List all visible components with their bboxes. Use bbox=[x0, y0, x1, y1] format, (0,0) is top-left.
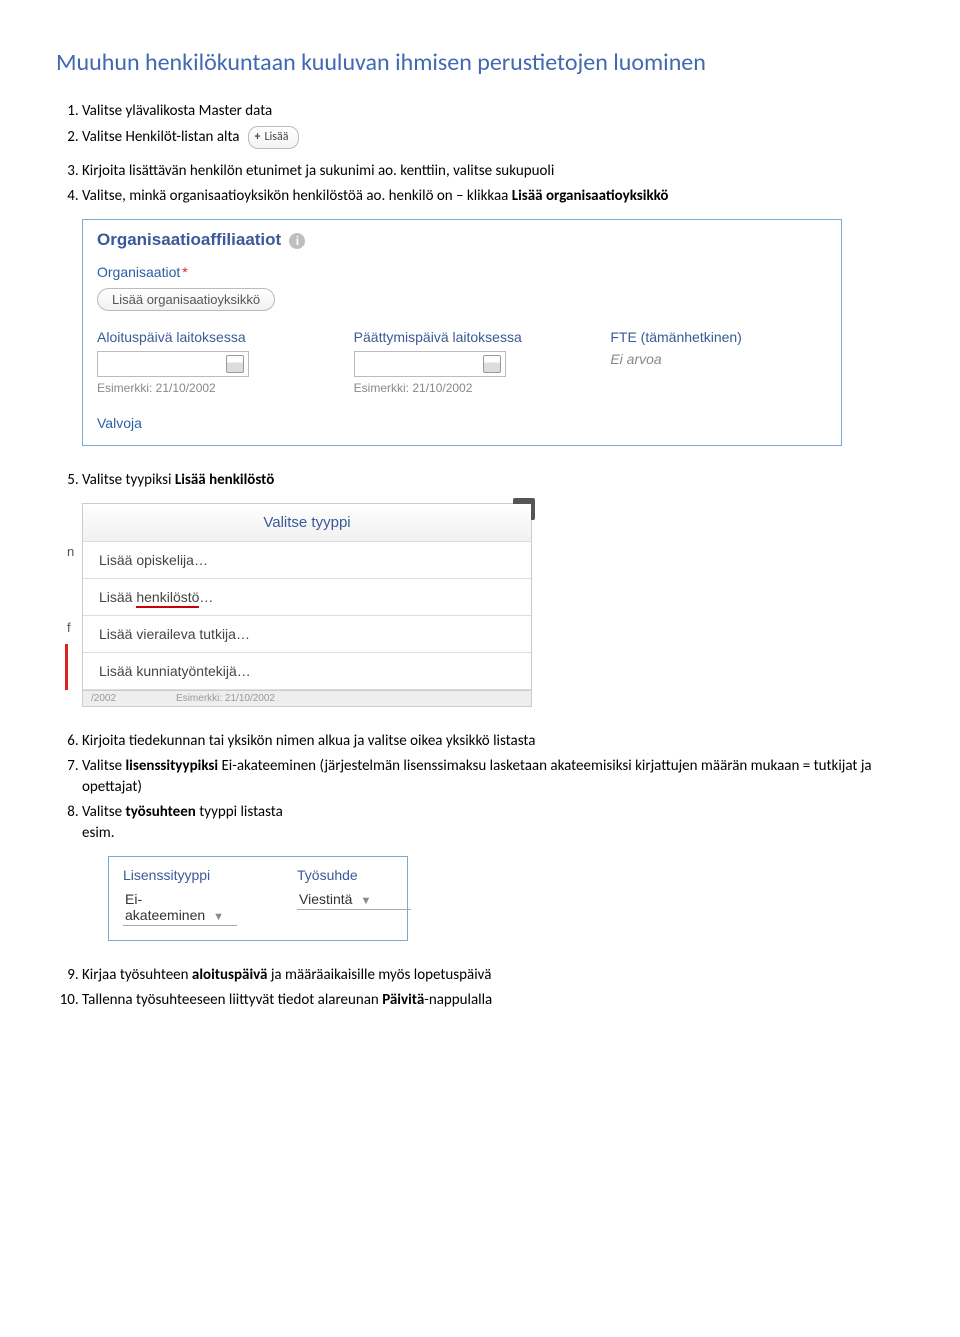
step-item: Valitse tyypiksi Lisää henkilöstö bbox=[82, 470, 904, 491]
add-org-unit-button[interactable]: Lisää organisaatioyksikkö bbox=[97, 288, 275, 311]
step-item: Tallenna työsuhteeseen liittyvät tiedot … bbox=[82, 990, 904, 1011]
calendar-icon[interactable] bbox=[483, 355, 501, 373]
end-date-label: Päättymispäivä laitoksessa bbox=[354, 329, 571, 345]
license-dropdown[interactable]: Ei-akateeminen▼ bbox=[123, 889, 237, 926]
fte-label: FTE (tämänhetkinen) bbox=[610, 329, 827, 345]
step-item: Valitse Henkilöt-listan alta+Lisää bbox=[82, 126, 904, 149]
dialog-title: Valitse tyyppi bbox=[83, 504, 531, 542]
calendar-icon[interactable] bbox=[226, 355, 244, 373]
employment-dropdown[interactable]: Viestintä▼ bbox=[297, 889, 411, 910]
panel-title: Organisaatioaffiliaatiot bbox=[97, 230, 281, 249]
chevron-down-icon: ▼ bbox=[213, 911, 224, 923]
start-date-input[interactable] bbox=[97, 351, 249, 377]
page-title: Muuhun henkilökuntaan kuuluvan ihmisen p… bbox=[56, 48, 904, 77]
step-item: Valitse ylävalikosta Master data bbox=[82, 101, 904, 122]
steps-list-step5: Valitse tyypiksi Lisää henkilöstö bbox=[56, 470, 904, 491]
step-item: Kirjoita lisättävän henkilön etunimet ja… bbox=[82, 161, 904, 182]
add-button[interactable]: +Lisää bbox=[248, 126, 300, 149]
type-option[interactable]: Lisää opiskelija… bbox=[83, 542, 531, 579]
steps-list-4: Kirjaa työsuhteen aloituspäivä ja määräa… bbox=[56, 965, 904, 1011]
end-date-hint: Esimerkki: 21/10/2002 bbox=[354, 381, 571, 395]
start-date-hint: Esimerkki: 21/10/2002 bbox=[97, 381, 314, 395]
steps-list-2: Kirjoita lisättävän henkilön etunimet ja… bbox=[56, 161, 904, 207]
fte-value: Ei arvoa bbox=[610, 351, 827, 367]
employment-label: Työsuhde bbox=[297, 867, 431, 883]
type-option[interactable]: Lisää vieraileva tutkija… bbox=[83, 616, 531, 653]
side-letter-f: f bbox=[67, 620, 71, 635]
step-item: Kirjaa työsuhteen aloituspäivä ja määräa… bbox=[82, 965, 904, 986]
step-item: Valitse, minkä organisaatioyksikön henki… bbox=[82, 186, 904, 207]
org-affiliation-panel: Organisaatioaffiliaatiot i Organisaatiot… bbox=[82, 219, 842, 446]
steps-list-1: Valitse ylävalikosta Master data Valitse … bbox=[56, 101, 904, 149]
dialog-footer: /2002 Esimerkki: 21/10/2002 bbox=[83, 690, 531, 706]
steps-list-3: Kirjoita tiedekunnan tai yksikön nimen a… bbox=[56, 731, 904, 844]
start-date-label: Aloituspäivä laitoksessa bbox=[97, 329, 314, 345]
chevron-down-icon: ▼ bbox=[360, 895, 371, 907]
step-item: Kirjoita tiedekunnan tai yksikön nimen a… bbox=[82, 731, 904, 752]
info-icon[interactable]: i bbox=[289, 233, 305, 249]
org-label: Organisaatiot* bbox=[97, 264, 827, 280]
step-item: Valitse työsuhteen tyyppi listastaesim. bbox=[82, 802, 904, 844]
end-date-input[interactable] bbox=[354, 351, 506, 377]
license-employ-panel: Lisenssityyppi Ei-akateeminen▼ Työsuhde … bbox=[108, 856, 408, 941]
type-dialog: n f × Valitse tyyppi Lisää opiskelija…Li… bbox=[82, 503, 532, 707]
type-option[interactable]: Lisää kunniatyöntekijä… bbox=[83, 653, 531, 690]
step-item: Valitse lisenssityypiksi Ei-akateeminen … bbox=[82, 756, 904, 798]
side-letter-n: n bbox=[67, 544, 74, 559]
type-option[interactable]: Lisää henkilöstö… bbox=[83, 579, 531, 616]
supervisor-label: Valvoja bbox=[97, 415, 827, 431]
license-label: Lisenssityyppi bbox=[123, 867, 257, 883]
side-red-bar bbox=[65, 644, 68, 690]
